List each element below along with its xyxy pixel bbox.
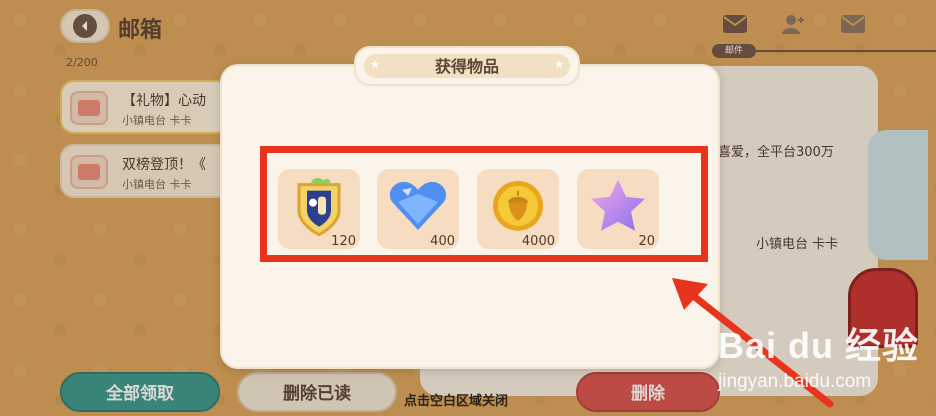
star-icon: ★ xyxy=(370,58,380,71)
modal-title: 获得物品 xyxy=(364,54,570,78)
watermark-logo: Bai du 经验 xyxy=(718,325,920,366)
highlight-annotation-box xyxy=(260,146,708,262)
close-hint-text: 点击空白区域关闭 xyxy=(404,394,509,409)
watermark-url: jingyan.baidu.com xyxy=(718,371,872,392)
baidu-watermark: Bai du 经验 jingyan.baidu.com xyxy=(718,317,919,393)
star-icon: ★ xyxy=(554,58,564,71)
modal-title-tab: 获得物品 ★ ★ xyxy=(354,46,580,86)
